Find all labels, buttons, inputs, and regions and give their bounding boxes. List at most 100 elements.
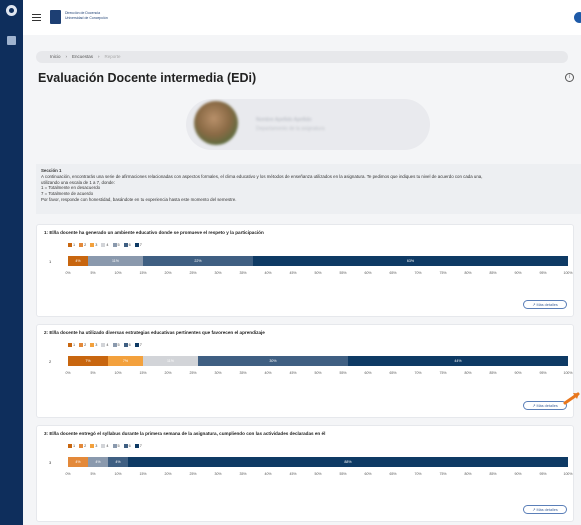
section-line: Por favor, responde con honestidad, basá… [41, 196, 237, 202]
axis-tick-label: 85% [489, 371, 497, 375]
segment-label: 4% [75, 460, 81, 464]
legend-swatch [79, 343, 84, 347]
legend-item[interactable]: 3 [90, 242, 97, 248]
axis-tick-label: 10% [114, 271, 122, 275]
legend-item[interactable]: 3 [90, 443, 97, 449]
teacher-department: Departamento de la asignatura [256, 126, 325, 132]
legend-item[interactable]: 7 [134, 443, 142, 449]
legend-swatch [68, 444, 72, 448]
bar-segment[interactable]: 7% [108, 356, 143, 366]
bar-segment[interactable]: 30% [198, 356, 348, 366]
legend-swatch [101, 343, 106, 347]
legend-item[interactable]: 1 [68, 242, 75, 248]
teacher-name: Nombre Apellido Apellido [256, 117, 312, 123]
question-card: 2: El/la docente ha utilizado diversas e… [36, 324, 574, 418]
legend-label: 4 [106, 243, 109, 247]
stacked-bar: 4% 11% 22% 63% [68, 256, 568, 266]
legend-item[interactable]: 5 [112, 443, 120, 449]
more-details-button[interactable]: ↗ Más detalles [523, 300, 567, 309]
legend-label: 2 [84, 243, 87, 247]
axis-tick-label: 65% [389, 271, 397, 275]
legend-item[interactable]: 7 [134, 242, 142, 248]
axis-tick-label: 25% [189, 371, 197, 375]
legend-item[interactable]: 4 [101, 443, 109, 449]
more-details-button[interactable]: ↗ Más detalles [523, 401, 567, 410]
legend-swatch [101, 243, 106, 247]
legend-item[interactable]: 2 [79, 443, 86, 449]
app-logo-icon[interactable] [6, 5, 17, 16]
menu-icon[interactable] [32, 14, 41, 21]
legend-label: 7 [139, 243, 142, 247]
bar-segment[interactable]: 4% [108, 457, 128, 467]
legend-label: 1 [73, 343, 76, 347]
segment-label: 44% [454, 359, 462, 363]
bar-segment[interactable]: 4% [88, 457, 108, 467]
main-content: Inicio › Encuestas › Reporte Evaluación Doce… [23, 35, 581, 525]
bar-segment[interactable]: 11% [88, 256, 143, 266]
axis-tick-label: 30% [214, 472, 222, 476]
breadcrumb-surveys[interactable]: Encuestas [72, 54, 93, 59]
axis-tick-label: 100% [563, 371, 573, 375]
legend-swatch [123, 444, 128, 448]
user-avatar[interactable] [574, 12, 581, 23]
bar-segment[interactable]: 88% [128, 457, 568, 467]
legend-label: 3 [95, 243, 98, 247]
legend-label: 6 [128, 343, 131, 347]
axis-tick-label: 40% [264, 472, 272, 476]
chart-legend: 1 2 3 4 5 6 7 [68, 443, 146, 449]
axis-tick-label: 50% [314, 472, 322, 476]
info-icon[interactable]: i [565, 73, 574, 82]
axis-tick-label: 100% [563, 472, 573, 476]
legend-item[interactable]: 6 [123, 443, 131, 449]
bar-segment[interactable]: 11% [143, 356, 198, 366]
legend-item[interactable]: 7 [134, 342, 142, 348]
axis-tick-label: 0% [65, 271, 71, 275]
bar-segment[interactable]: 44% [348, 356, 568, 366]
legend-item[interactable]: 1 [68, 342, 75, 348]
university-name: Dirección de Docencia Universidad de Con… [65, 11, 108, 20]
teacher-profile-card: Nombre Apellido Apellido Departamento de… [186, 99, 430, 150]
breadcrumb-home[interactable]: Inicio [50, 54, 61, 59]
legend-item[interactable]: 1 [68, 443, 75, 449]
more-details-label: Más detalles [536, 303, 558, 307]
bar-segment[interactable]: 4% [68, 256, 88, 266]
legend-item[interactable]: 6 [123, 342, 131, 348]
legend-item[interactable]: 5 [112, 342, 120, 348]
axis-tick-label: 95% [539, 371, 547, 375]
legend-item[interactable]: 4 [101, 342, 109, 348]
x-axis: 0% 5% 10% 15% 20% 25% 30% 35% 40% 45% 50% 55% 60% 65%… [65, 472, 572, 478]
legend-item[interactable]: 2 [79, 342, 86, 348]
bar-segment[interactable]: 7% [68, 356, 108, 366]
axis-tick-label: 60% [364, 472, 372, 476]
axis-tick-label: 95% [539, 271, 547, 275]
chevron-right-icon: › [65, 54, 68, 59]
axis-tick-label: 15% [139, 472, 147, 476]
legend-swatch [112, 343, 117, 347]
axis-tick-label: 90% [514, 371, 522, 375]
axis-tick-label: 90% [514, 472, 522, 476]
legend-item[interactable]: 3 [90, 342, 97, 348]
legend-swatch [134, 243, 139, 247]
bar-segment[interactable]: 22% [143, 256, 253, 266]
legend-label: 1 [73, 243, 76, 247]
segment-label: 30% [269, 359, 277, 363]
legend-item[interactable]: 4 [101, 242, 109, 248]
axis-tick-label: 50% [314, 371, 322, 375]
legend-item[interactable]: 2 [79, 242, 86, 248]
bar-category-label: 2 [49, 359, 52, 364]
segment-label: 22% [194, 259, 202, 263]
axis-tick-label: 55% [339, 371, 347, 375]
legend-item[interactable]: 5 [112, 242, 120, 248]
breadcrumb-current: Reporte [104, 54, 121, 59]
legend-item[interactable]: 6 [123, 242, 131, 248]
bar-segment[interactable]: 63% [253, 256, 568, 266]
axis-tick-label: 45% [289, 371, 297, 375]
axis-tick-label: 70% [414, 371, 422, 375]
more-details-button[interactable]: ↗ Más detalles [523, 505, 567, 514]
axis-tick-label: 0% [65, 472, 71, 476]
legend-label: 3 [95, 444, 98, 448]
legend-label: 4 [106, 343, 109, 347]
section-description: Sección 1 A continuación, encontrarás un… [36, 164, 581, 214]
bar-segment[interactable]: 4% [68, 457, 88, 467]
survey-nav-icon[interactable] [7, 36, 16, 45]
